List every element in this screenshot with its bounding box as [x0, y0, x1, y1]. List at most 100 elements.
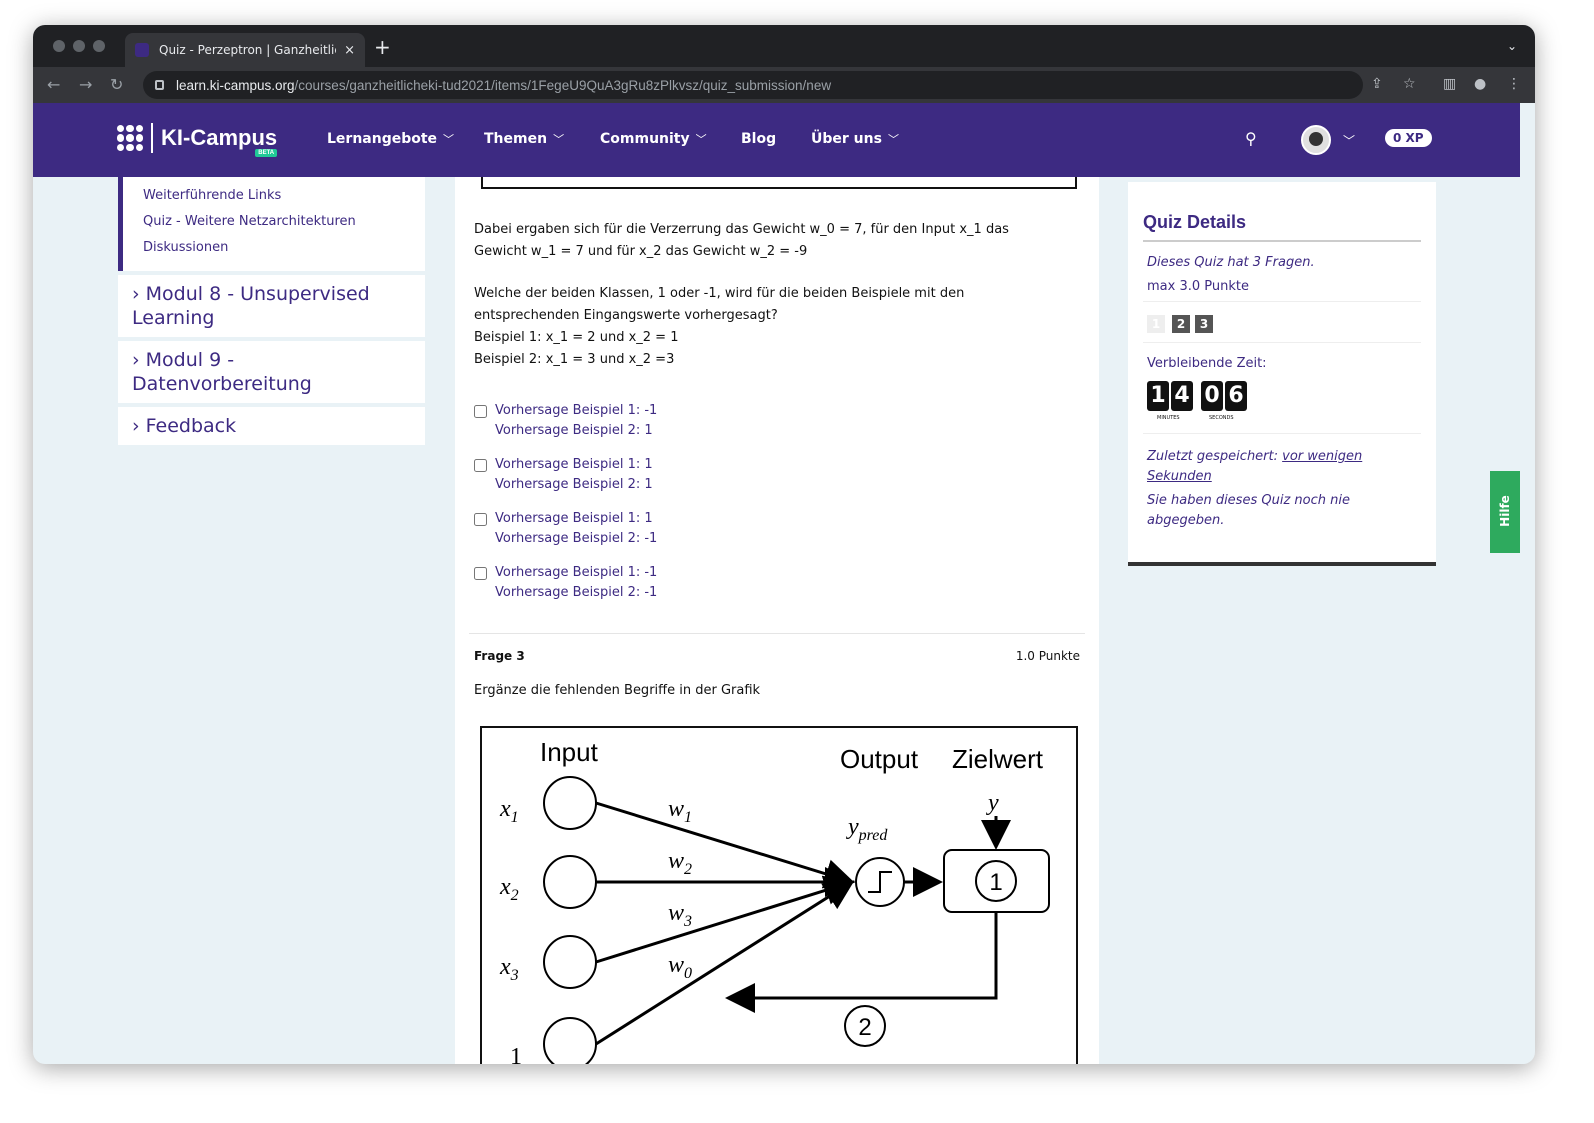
- answer-checkbox[interactable]: [474, 567, 487, 580]
- previous-image-frame: [481, 177, 1077, 189]
- sidepanel-icon[interactable]: ▥: [1443, 76, 1456, 92]
- answer-checkbox[interactable]: [474, 405, 487, 418]
- forward-icon[interactable]: →: [79, 75, 92, 95]
- star-icon[interactable]: ☆: [1403, 76, 1416, 92]
- more-icon[interactable]: ⋮: [1507, 76, 1521, 92]
- reload-icon[interactable]: ↻: [110, 75, 123, 95]
- last-saved: Zuletzt gespeichert: vor wenigen Sekunde…: [1147, 449, 1363, 484]
- submission-status: Sie haben dieses Quiz noch nie abgegeben…: [1147, 493, 1350, 528]
- sidebar-item-feedback[interactable]: › Feedback: [118, 407, 425, 445]
- question-text: Welche der beiden Klassen, 1 oder -1, wi…: [474, 286, 965, 301]
- sidebar-item-modul-9[interactable]: › Modul 9 - Datenvorbereitung: [118, 341, 425, 403]
- diagram-w2-label: w2: [668, 848, 692, 878]
- tab-title: Quiz - Perzeptron | Ganzheitlic: [159, 43, 337, 57]
- diagram-input-node-3: [543, 935, 597, 989]
- diagram-input-node-2: [543, 855, 597, 909]
- diagram-x3-label: x3: [499, 954, 519, 984]
- menu-community[interactable]: Community ﹀: [600, 131, 707, 147]
- diagram-w3-label: w3: [668, 900, 692, 930]
- diagram-blank-1-label: 1: [989, 869, 1002, 896]
- avatar[interactable]: [1301, 125, 1331, 155]
- logo-text: KI-Campus: [161, 125, 278, 150]
- diagram-x1-label: x1: [499, 796, 519, 826]
- xp-badge[interactable]: 0 XP: [1385, 129, 1432, 147]
- chevron-down-icon: ﹀: [695, 133, 707, 146]
- question-nav-1[interactable]: 1: [1147, 315, 1165, 333]
- window-controls[interactable]: [53, 40, 105, 52]
- diagram-blank-2-label: 2: [858, 1014, 871, 1041]
- diagram-feedback-edge: [725, 912, 998, 1013]
- minutes-label: MINUTES: [1157, 415, 1180, 421]
- question-text: Gewicht w_1 = 7 und für x_2 das Gewicht …: [474, 244, 808, 259]
- chevron-down-icon[interactable]: ﹀: [1343, 132, 1355, 149]
- diagram-w0-label: w0: [668, 952, 692, 982]
- site-header: KI-Campus BETA Lernangebote ﹀ Themen ﹀ Comm…: [33, 103, 1520, 177]
- answer-option[interactable]: Vorhersage Beispiel 1: -1 Vorhersage Beis…: [474, 563, 657, 603]
- timer-seconds: 0 6: [1201, 381, 1247, 411]
- new-tab-button[interactable]: +: [374, 37, 391, 57]
- close-icon[interactable]: ×: [344, 43, 355, 58]
- quiz-details-panel: Quiz Details Dieses Quiz hat 3 Fragen. m…: [1128, 182, 1436, 566]
- sidebar-item-links[interactable]: Weiterführende Links: [143, 183, 425, 209]
- question-text: Beispiel 1: x_1 = 2 und x_2 = 1: [474, 330, 679, 345]
- diagram-y-label: y: [986, 790, 999, 816]
- max-points: max 3.0 Punkte: [1147, 279, 1249, 294]
- search-icon[interactable]: ⚲: [1245, 129, 1257, 148]
- answer-option[interactable]: Vorhersage Beispiel 1: -1 Vorhersage Beis…: [474, 401, 657, 441]
- timer-digit: 0: [1201, 381, 1223, 411]
- url-path: /courses/ganzheitlicheki-tud2021/items/1…: [294, 77, 832, 93]
- share-icon[interactable]: ⇪: [1371, 76, 1383, 92]
- diagram-output-label: Output: [840, 744, 919, 774]
- lock-icon: [155, 80, 164, 90]
- timer-digit: 4: [1171, 381, 1193, 411]
- diagram-bias-label: 1: [510, 1044, 522, 1064]
- menu-blog[interactable]: Blog: [741, 131, 776, 147]
- timer-digit: 1: [1147, 381, 1169, 411]
- sidebar-item-diskussionen[interactable]: Diskussionen: [143, 235, 425, 261]
- remaining-time-label: Verbleibende Zeit:: [1147, 356, 1267, 371]
- quiz-details-title: Quiz Details: [1143, 212, 1247, 232]
- menu-themen[interactable]: Themen ﹀: [484, 131, 564, 147]
- diagram-edge-w3: [595, 875, 855, 964]
- question-nav-2[interactable]: 2: [1172, 315, 1190, 333]
- profile-icon[interactable]: ●: [1474, 76, 1486, 92]
- timer-digit: 6: [1225, 381, 1247, 411]
- back-icon[interactable]: ←: [47, 75, 60, 95]
- module-subnav: Weiterführende Links Quiz - Weitere Netz…: [118, 177, 425, 271]
- menu-ueber-uns[interactable]: Über uns ﹀: [811, 131, 899, 147]
- answer-option[interactable]: Vorhersage Beispiel 1: 1 Vorhersage Beisp…: [474, 455, 653, 495]
- perceptron-diagram: Input Output Zielwert x1 x2 x3 1 w1 w2 w…: [480, 726, 1078, 1064]
- chevron-down-icon: ﹀: [553, 133, 565, 146]
- menu-lernangebote[interactable]: Lernangebote ﹀: [327, 131, 454, 147]
- timer-minutes: 1 4: [1147, 381, 1193, 411]
- logo-grid-icon: [117, 125, 143, 151]
- chevron-down-icon: ﹀: [443, 133, 455, 146]
- browser-toolbar: ← → ↻ learn.ki-campus.org/courses/ganzhe…: [33, 67, 1535, 103]
- question-title: Frage 3: [474, 649, 525, 663]
- quiz-main: Dabei ergaben sich für die Verzerrung da…: [455, 177, 1099, 1064]
- chevron-down-icon[interactable]: ⌄: [1507, 39, 1517, 53]
- question-count: Dieses Quiz hat 3 Fragen.: [1147, 255, 1315, 270]
- sidebar-item-modul-8[interactable]: › Modul 8 - Unsupervised Learning: [118, 275, 425, 337]
- answer-checkbox[interactable]: [474, 459, 487, 472]
- logo[interactable]: KI-Campus BETA: [117, 123, 278, 157]
- answer-option[interactable]: Vorhersage Beispiel 1: 1 Vorhersage Beisp…: [474, 509, 657, 549]
- question-nav-3[interactable]: 3: [1195, 315, 1213, 333]
- diagram-bias-node: [543, 1017, 597, 1064]
- url-host: learn.ki-campus.org: [176, 77, 295, 93]
- sidebar-item-quiz[interactable]: Quiz - Weitere Netzarchitekturen: [143, 209, 425, 235]
- browser-tab[interactable]: Quiz - Perzeptron | Ganzheitlic ×: [125, 33, 365, 67]
- diagram-input-node-1: [543, 776, 597, 830]
- answer-checkbox[interactable]: [474, 513, 487, 526]
- diagram-input-label: Input: [540, 737, 599, 767]
- diagram-ypred-label: ypred: [846, 814, 888, 844]
- help-tab[interactable]: Hilfe: [1490, 471, 1520, 553]
- address-bar[interactable]: learn.ki-campus.org/courses/ganzheitlich…: [143, 71, 1363, 99]
- tab-bar: Quiz - Perzeptron | Ganzheitlic × + ⌄: [33, 25, 1535, 67]
- course-sidebar: Weiterführende Links Quiz - Weitere Netz…: [118, 177, 425, 445]
- diagram-edge-w0: [595, 880, 855, 1046]
- step-function-icon: [868, 871, 892, 893]
- question-points: 1.0 Punkte: [1015, 649, 1080, 663]
- favicon-icon: [135, 43, 149, 57]
- page-content: Weiterführende Links Quiz - Weitere Netz…: [33, 177, 1520, 1064]
